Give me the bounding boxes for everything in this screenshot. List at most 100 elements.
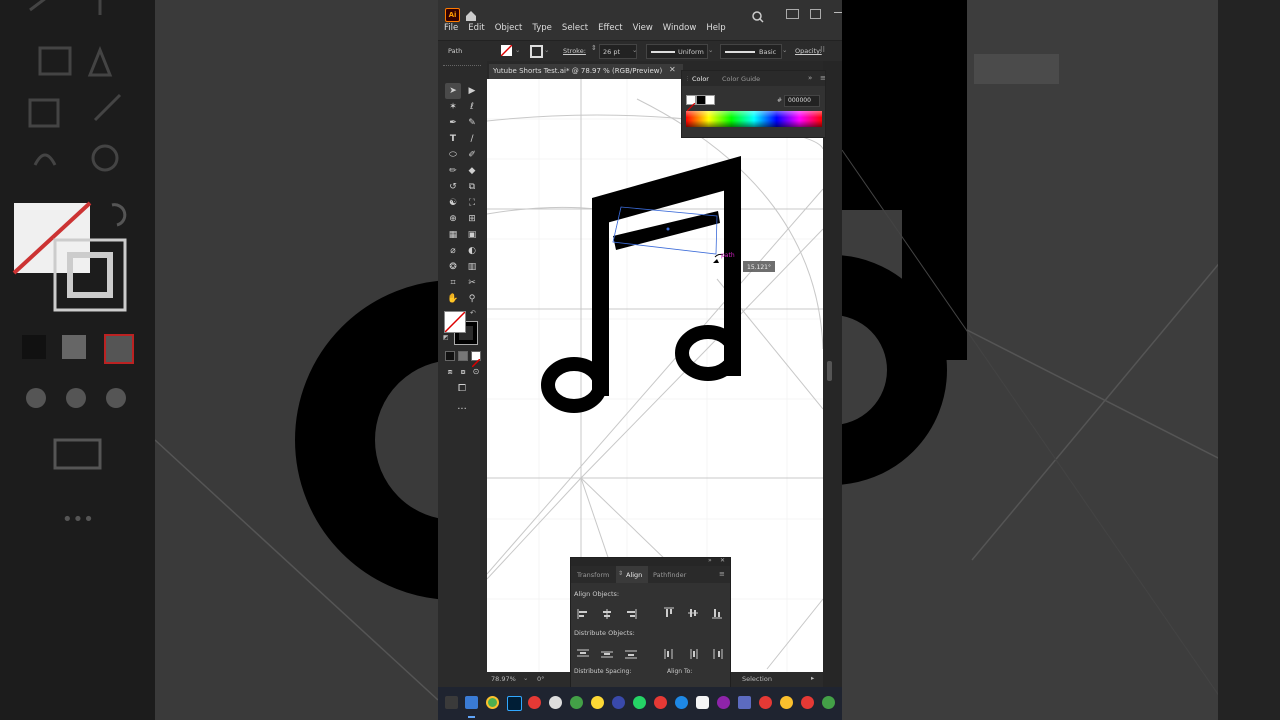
type-tool-icon[interactable]: T <box>446 132 460 146</box>
align-horizontal-center-icon[interactable] <box>601 604 613 623</box>
scale-tool-icon[interactable]: ⧉ <box>465 180 479 194</box>
artboard-tool-icon[interactable]: ⌗ <box>446 276 460 290</box>
align-left-icon[interactable] <box>577 604 589 623</box>
shaper-tool-icon[interactable]: ✏ <box>446 164 460 178</box>
profile-dropdown-icon[interactable]: ⌄ <box>708 46 713 54</box>
ellipse-tool-icon[interactable]: ⬭ <box>446 148 460 162</box>
pathfinder-tab[interactable]: Pathfinder <box>653 571 686 579</box>
distribute-vertical-center-icon[interactable] <box>601 644 613 663</box>
perspective-grid-tool-icon[interactable]: ⊞ <box>465 212 479 226</box>
align-panel-close-icon[interactable]: ✕ <box>720 558 725 564</box>
line-tool-icon[interactable]: ∕ <box>465 132 479 146</box>
menu-view[interactable]: View <box>633 23 653 33</box>
brush-dropdown-icon[interactable]: ⌄ <box>782 46 787 54</box>
taskbar-chat-icon[interactable] <box>549 696 562 709</box>
slice-tool-icon[interactable]: ✂ <box>465 276 479 290</box>
rotation-value[interactable]: 0° <box>537 675 544 683</box>
taskbar-capcut-icon[interactable] <box>696 696 709 709</box>
search-icon[interactable] <box>752 8 764 27</box>
mesh-tool-icon[interactable]: ▦ <box>446 228 460 242</box>
distribute-right-icon[interactable] <box>712 644 724 663</box>
change-screen-mode-icon[interactable]: ⧠ <box>455 382 469 396</box>
distribute-left-icon[interactable] <box>664 644 676 663</box>
taskbar-chrome-profile-3-icon[interactable] <box>591 696 604 709</box>
panel-menu-icon[interactable]: ≡ <box>820 74 826 82</box>
color-tab[interactable]: Color <box>692 75 709 83</box>
default-fill-stroke-icon[interactable]: ◩ <box>443 334 449 341</box>
taskbar-app-icon[interactable] <box>612 696 625 709</box>
workspace-switcher-icon[interactable] <box>810 9 821 19</box>
taskbar-chrome-profile-2-icon[interactable] <box>570 696 583 709</box>
gradient-tool-icon[interactable]: ▣ <box>465 228 479 242</box>
distribute-horizontal-center-icon[interactable] <box>688 644 700 663</box>
menu-object[interactable]: Object <box>495 23 523 33</box>
variable-width-profile[interactable]: Uniform <box>646 44 708 59</box>
taskbar-chrome-profile-4-icon[interactable] <box>654 696 667 709</box>
align-vertical-center-icon[interactable] <box>688 604 698 623</box>
draw-normal-icon[interactable]: ⧈ <box>443 365 457 379</box>
align-right-icon[interactable] <box>625 604 637 623</box>
stroke-weight-dropdown-icon[interactable]: ⌄ <box>632 46 637 54</box>
align-top-icon[interactable] <box>664 604 674 623</box>
color-panel-options-icon[interactable]: ⋮ <box>685 76 690 82</box>
taskbar-chrome-profile-6-icon[interactable] <box>759 696 772 709</box>
brush-definition[interactable]: Basic <box>720 44 782 59</box>
vertical-scrollbar[interactable] <box>827 361 832 381</box>
draw-inside-icon[interactable]: ⊙ <box>469 365 483 379</box>
fill-dropdown-icon[interactable]: ⌄ <box>515 46 520 54</box>
stroke-label[interactable]: Stroke: <box>563 47 586 55</box>
document-tab[interactable]: Yutube Shorts Test.ai* @ 78.97 % (RGB/Pr… <box>489 64 683 79</box>
paintbrush-tool-icon[interactable]: ✐ <box>465 148 479 162</box>
music-note-artwork[interactable] <box>541 156 741 413</box>
selection-tool-icon[interactable]: ➤ <box>446 84 460 98</box>
hex-value-field[interactable]: 000000 <box>784 95 820 107</box>
blend-tool-icon[interactable]: ◐ <box>465 244 479 258</box>
color-mode-button[interactable] <box>445 351 455 361</box>
column-graph-tool-icon[interactable]: ▥ <box>465 260 479 274</box>
taskbar-notepad-icon[interactable] <box>465 696 478 709</box>
fill-swatch[interactable] <box>500 44 513 57</box>
taskbar-chrome-profile-7-icon[interactable] <box>780 696 793 709</box>
align-panel-collapse-icon[interactable]: » <box>708 558 712 564</box>
close-tab-icon[interactable]: ✕ <box>669 65 676 74</box>
align-panel-menu-icon[interactable]: ≡ <box>719 570 725 578</box>
menu-file[interactable]: File <box>444 23 458 33</box>
taskbar-chrome-profile-5-icon[interactable] <box>675 696 688 709</box>
minimize-icon[interactable] <box>834 12 842 13</box>
status-arrow-icon[interactable]: ▸ <box>811 674 814 682</box>
eraser-tool-icon[interactable]: ◆ <box>465 164 479 178</box>
draw-behind-icon[interactable]: ⧇ <box>456 365 470 379</box>
direct-selection-tool-icon[interactable]: ▶ <box>465 84 479 98</box>
taskbar-settings-icon[interactable] <box>717 696 730 709</box>
more-options-icon[interactable]: ⁝⁝ <box>820 45 825 54</box>
zoom-level[interactable]: 78.97% <box>491 675 516 683</box>
taskbar-chrome-profile-1-icon[interactable] <box>528 696 541 709</box>
distribute-top-icon[interactable] <box>577 644 589 663</box>
hand-tool-icon[interactable]: ✋ <box>446 292 460 306</box>
taskbar-file-explorer-icon[interactable] <box>445 696 458 709</box>
free-transform-tool-icon[interactable]: ⛶ <box>465 196 479 210</box>
arrange-documents-icon[interactable] <box>786 9 799 19</box>
warp-tool-icon[interactable]: ☯ <box>446 196 460 210</box>
taskbar-chrome-profile-9-icon[interactable] <box>822 696 835 709</box>
menu-edit[interactable]: Edit <box>468 23 484 33</box>
color-spectrum-bar[interactable] <box>686 111 822 127</box>
color-fill-none-swatch[interactable] <box>686 95 696 112</box>
taskbar-teams-icon[interactable] <box>738 696 751 709</box>
gradient-mode-button[interactable] <box>458 351 468 361</box>
eyedropper-tool-icon[interactable]: ⌀ <box>446 244 460 258</box>
stroke-swatch[interactable] <box>530 45 543 58</box>
menu-select[interactable]: Select <box>562 23 588 33</box>
fill-color-box[interactable] <box>444 311 466 333</box>
zoom-dropdown-icon[interactable]: ⌄ <box>523 674 528 682</box>
rotate-tool-icon[interactable]: ↺ <box>446 180 460 194</box>
swap-fill-stroke-icon[interactable]: ↶ <box>470 309 476 317</box>
taskbar-chrome-profile-8-icon[interactable] <box>801 696 814 709</box>
menu-help[interactable]: Help <box>706 23 725 33</box>
align-tab[interactable]: Align <box>626 571 642 579</box>
align-bottom-icon[interactable] <box>712 604 722 623</box>
stroke-stepper-icon[interactable]: ⇕ <box>591 44 597 52</box>
pen-tool-icon[interactable]: ✒ <box>446 116 460 130</box>
menu-effect[interactable]: Effect <box>598 23 622 33</box>
edit-toolbar-icon[interactable]: ··· <box>455 403 469 417</box>
